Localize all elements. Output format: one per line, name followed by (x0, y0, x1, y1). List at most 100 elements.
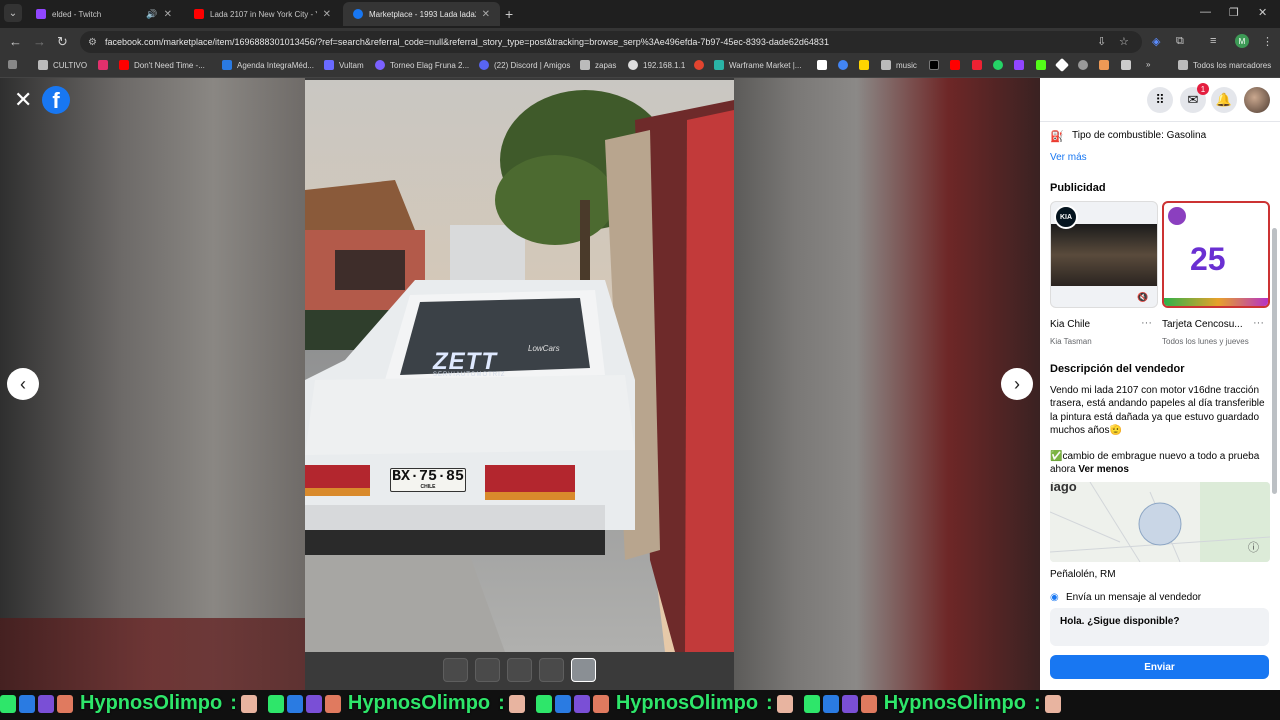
back-icon[interactable]: ← (9, 34, 22, 49)
bookmark-dont-need-time[interactable]: Don't Need Time -... (119, 60, 205, 70)
overlay-username: HypnosOlimpo (615, 692, 759, 714)
tab-marketplace[interactable]: Marketplace - 1993 Lada lada2 ✕ (343, 2, 500, 26)
close-tab-icon[interactable]: ✕ (482, 9, 490, 20)
emote-icon (19, 694, 35, 713)
bookmark-torneo[interactable]: Torneo Elag Fruna 2... (375, 60, 469, 70)
overlay-chunk: HypnosOlimpo: (803, 692, 1064, 715)
tab-twitch[interactable]: elded - Twitch 🔊 ✕ (26, 2, 182, 26)
bookmark-label: (22) Discord | Amigos (494, 60, 571, 70)
flame-icon (694, 60, 704, 70)
emote-icon (841, 694, 858, 713)
new-tab-button[interactable]: + (505, 6, 513, 22)
bookmark-fire[interactable] (694, 60, 709, 70)
mute-icon[interactable]: 🔇 (1137, 292, 1148, 303)
bookmark-all[interactable]: Todos los marcadores (1178, 60, 1271, 70)
close-window-icon[interactable]: ✕ (1258, 6, 1267, 19)
send-button[interactable]: Enviar (1050, 655, 1269, 679)
bookmark-star-icon[interactable]: ☆ (1119, 35, 1129, 48)
see-more-link[interactable]: Ver más (1050, 152, 1087, 163)
bookmark-icon-13[interactable] (1121, 60, 1131, 70)
bookmark-discord[interactable]: (22) Discord | Amigos (479, 60, 570, 70)
close-viewer-icon[interactable]: ✕ (14, 89, 32, 111)
see-less-link[interactable]: Ver menos (1078, 464, 1129, 475)
more-options-icon[interactable]: ··· (1253, 317, 1264, 329)
bookmark-icon-6[interactable] (972, 60, 982, 70)
message-input[interactable]: Hola. ¿Sigue disponible? (1050, 608, 1269, 646)
bookmark-icon-10[interactable] (1054, 57, 1070, 73)
bookmark-music[interactable]: music (881, 60, 917, 70)
youtube-icon (194, 9, 204, 19)
speaker-icon[interactable]: 🔊 (146, 9, 157, 20)
bookmark-agenda[interactable]: Agenda IntegraMéd... (222, 60, 314, 70)
bookmark-icon-2[interactable] (838, 60, 848, 70)
more-options-icon[interactable]: ··· (1141, 317, 1152, 329)
reload-icon[interactable]: ↻ (57, 34, 68, 50)
overlay-separator: : (1033, 692, 1041, 714)
tab-youtube[interactable]: Lada 2107 in New York City - Yo ✕ (184, 2, 341, 26)
minimize-icon[interactable]: — (1200, 6, 1211, 18)
more-bookmarks-icon[interactable]: » (1146, 60, 1150, 69)
restore-icon[interactable]: ❐ (1229, 6, 1239, 19)
ad-kia[interactable]: KIA 🔇 (1050, 201, 1158, 308)
extensions-puzzle-icon[interactable]: ⧉ (1176, 35, 1184, 48)
message-seller-label: Envía un mensaje al vendedor (1066, 592, 1202, 603)
media-control-icon[interactable]: ≡ (1210, 35, 1216, 47)
bookmark-label: Don't Need Time -... (134, 60, 205, 70)
ad-subtitle: Todos los lunes y jueves (1162, 337, 1249, 346)
window-sticker-sub: SERVIAUTOMOTRIZ (433, 372, 506, 378)
thumbnail-selected[interactable] (571, 658, 596, 682)
tab-search-chevron-icon[interactable]: ⌄ (4, 4, 22, 22)
info-icon[interactable]: ⓘ (1248, 539, 1259, 555)
install-app-icon[interactable]: ⇩ (1097, 35, 1106, 48)
close-tab-icon[interactable]: ✕ (164, 9, 172, 20)
extension-icon[interactable]: ◈ (1152, 35, 1160, 48)
overlay-separator: : (230, 692, 237, 714)
profile-avatar[interactable]: M (1235, 34, 1249, 48)
bookmark-icon-1[interactable] (817, 60, 827, 70)
emote-icon (803, 694, 820, 713)
site-info-icon[interactable]: ⚙ (88, 37, 97, 48)
forward-icon[interactable]: → (33, 34, 46, 49)
bookmark-icon-7[interactable] (993, 60, 1003, 70)
description-paragraph: ✅cambio de embrague nuevo a todo a prueb… (1050, 450, 1272, 477)
account-avatar[interactable] (1244, 87, 1270, 113)
overlay-username: HypnosOlimpo (347, 692, 491, 714)
face-emote-icon (508, 694, 525, 713)
chevron-left-icon[interactable]: ‹ (7, 368, 39, 400)
ad-title[interactable]: Kia Chile (1050, 319, 1090, 330)
chevron-right-icon[interactable]: › (1001, 368, 1033, 400)
bookmark-icon-4[interactable] (929, 60, 939, 70)
ad-subtitle: Kia Tasman (1050, 337, 1092, 346)
close-tab-icon[interactable]: ✕ (323, 9, 331, 20)
bookmark-icon-8[interactable] (1014, 60, 1024, 70)
facebook-icon[interactable]: f (42, 86, 70, 114)
bookmark-icon-3[interactable] (859, 60, 869, 70)
check-icon: ✅ (1050, 451, 1063, 463)
bookmark-cultivo[interactable]: CULTIVO (38, 60, 87, 70)
menu-kebab-icon[interactable]: ⋮ (1262, 35, 1273, 48)
bookmark-router[interactable]: 192.168.1.1 (628, 60, 685, 70)
bookmark-zapas[interactable]: zapas (580, 60, 616, 70)
bookmark-instagram[interactable] (98, 60, 113, 70)
bookmark-icon-9[interactable] (1036, 60, 1046, 70)
address-bar[interactable]: ⚙ facebook.com/marketplace/item/16968883… (80, 31, 1142, 53)
grid-menu-icon[interactable]: ⠿ (1147, 87, 1173, 113)
panel-scrollbar[interactable] (1272, 228, 1277, 494)
thumbnail[interactable] (475, 658, 500, 682)
ad-cencosud[interactable]: 25 (1162, 201, 1270, 308)
location-map[interactable]: iago ⓘ (1050, 482, 1270, 562)
apps-grid-icon[interactable] (8, 60, 22, 69)
folder-icon (1178, 60, 1188, 70)
thumbnail[interactable] (507, 658, 532, 682)
bookmark-warframe[interactable]: Warframe Market |... (714, 60, 801, 70)
twitch-icon (36, 9, 46, 19)
bookmark-vultam[interactable]: Vultam (324, 60, 364, 70)
thumbnail[interactable] (443, 658, 468, 682)
bell-icon[interactable]: 🔔 (1211, 87, 1237, 113)
bookmark-icon-12[interactable] (1099, 60, 1109, 70)
ad-title[interactable]: Tarjeta Cencosu... (1162, 319, 1243, 330)
listing-photo: BX·75·85 CHILE ZETT SERVIAUTOMOTRIZ LowC… (305, 80, 734, 652)
bookmark-icon-11[interactable] (1078, 60, 1088, 70)
thumbnail[interactable] (539, 658, 564, 682)
bookmark-icon-5[interactable] (950, 60, 960, 70)
